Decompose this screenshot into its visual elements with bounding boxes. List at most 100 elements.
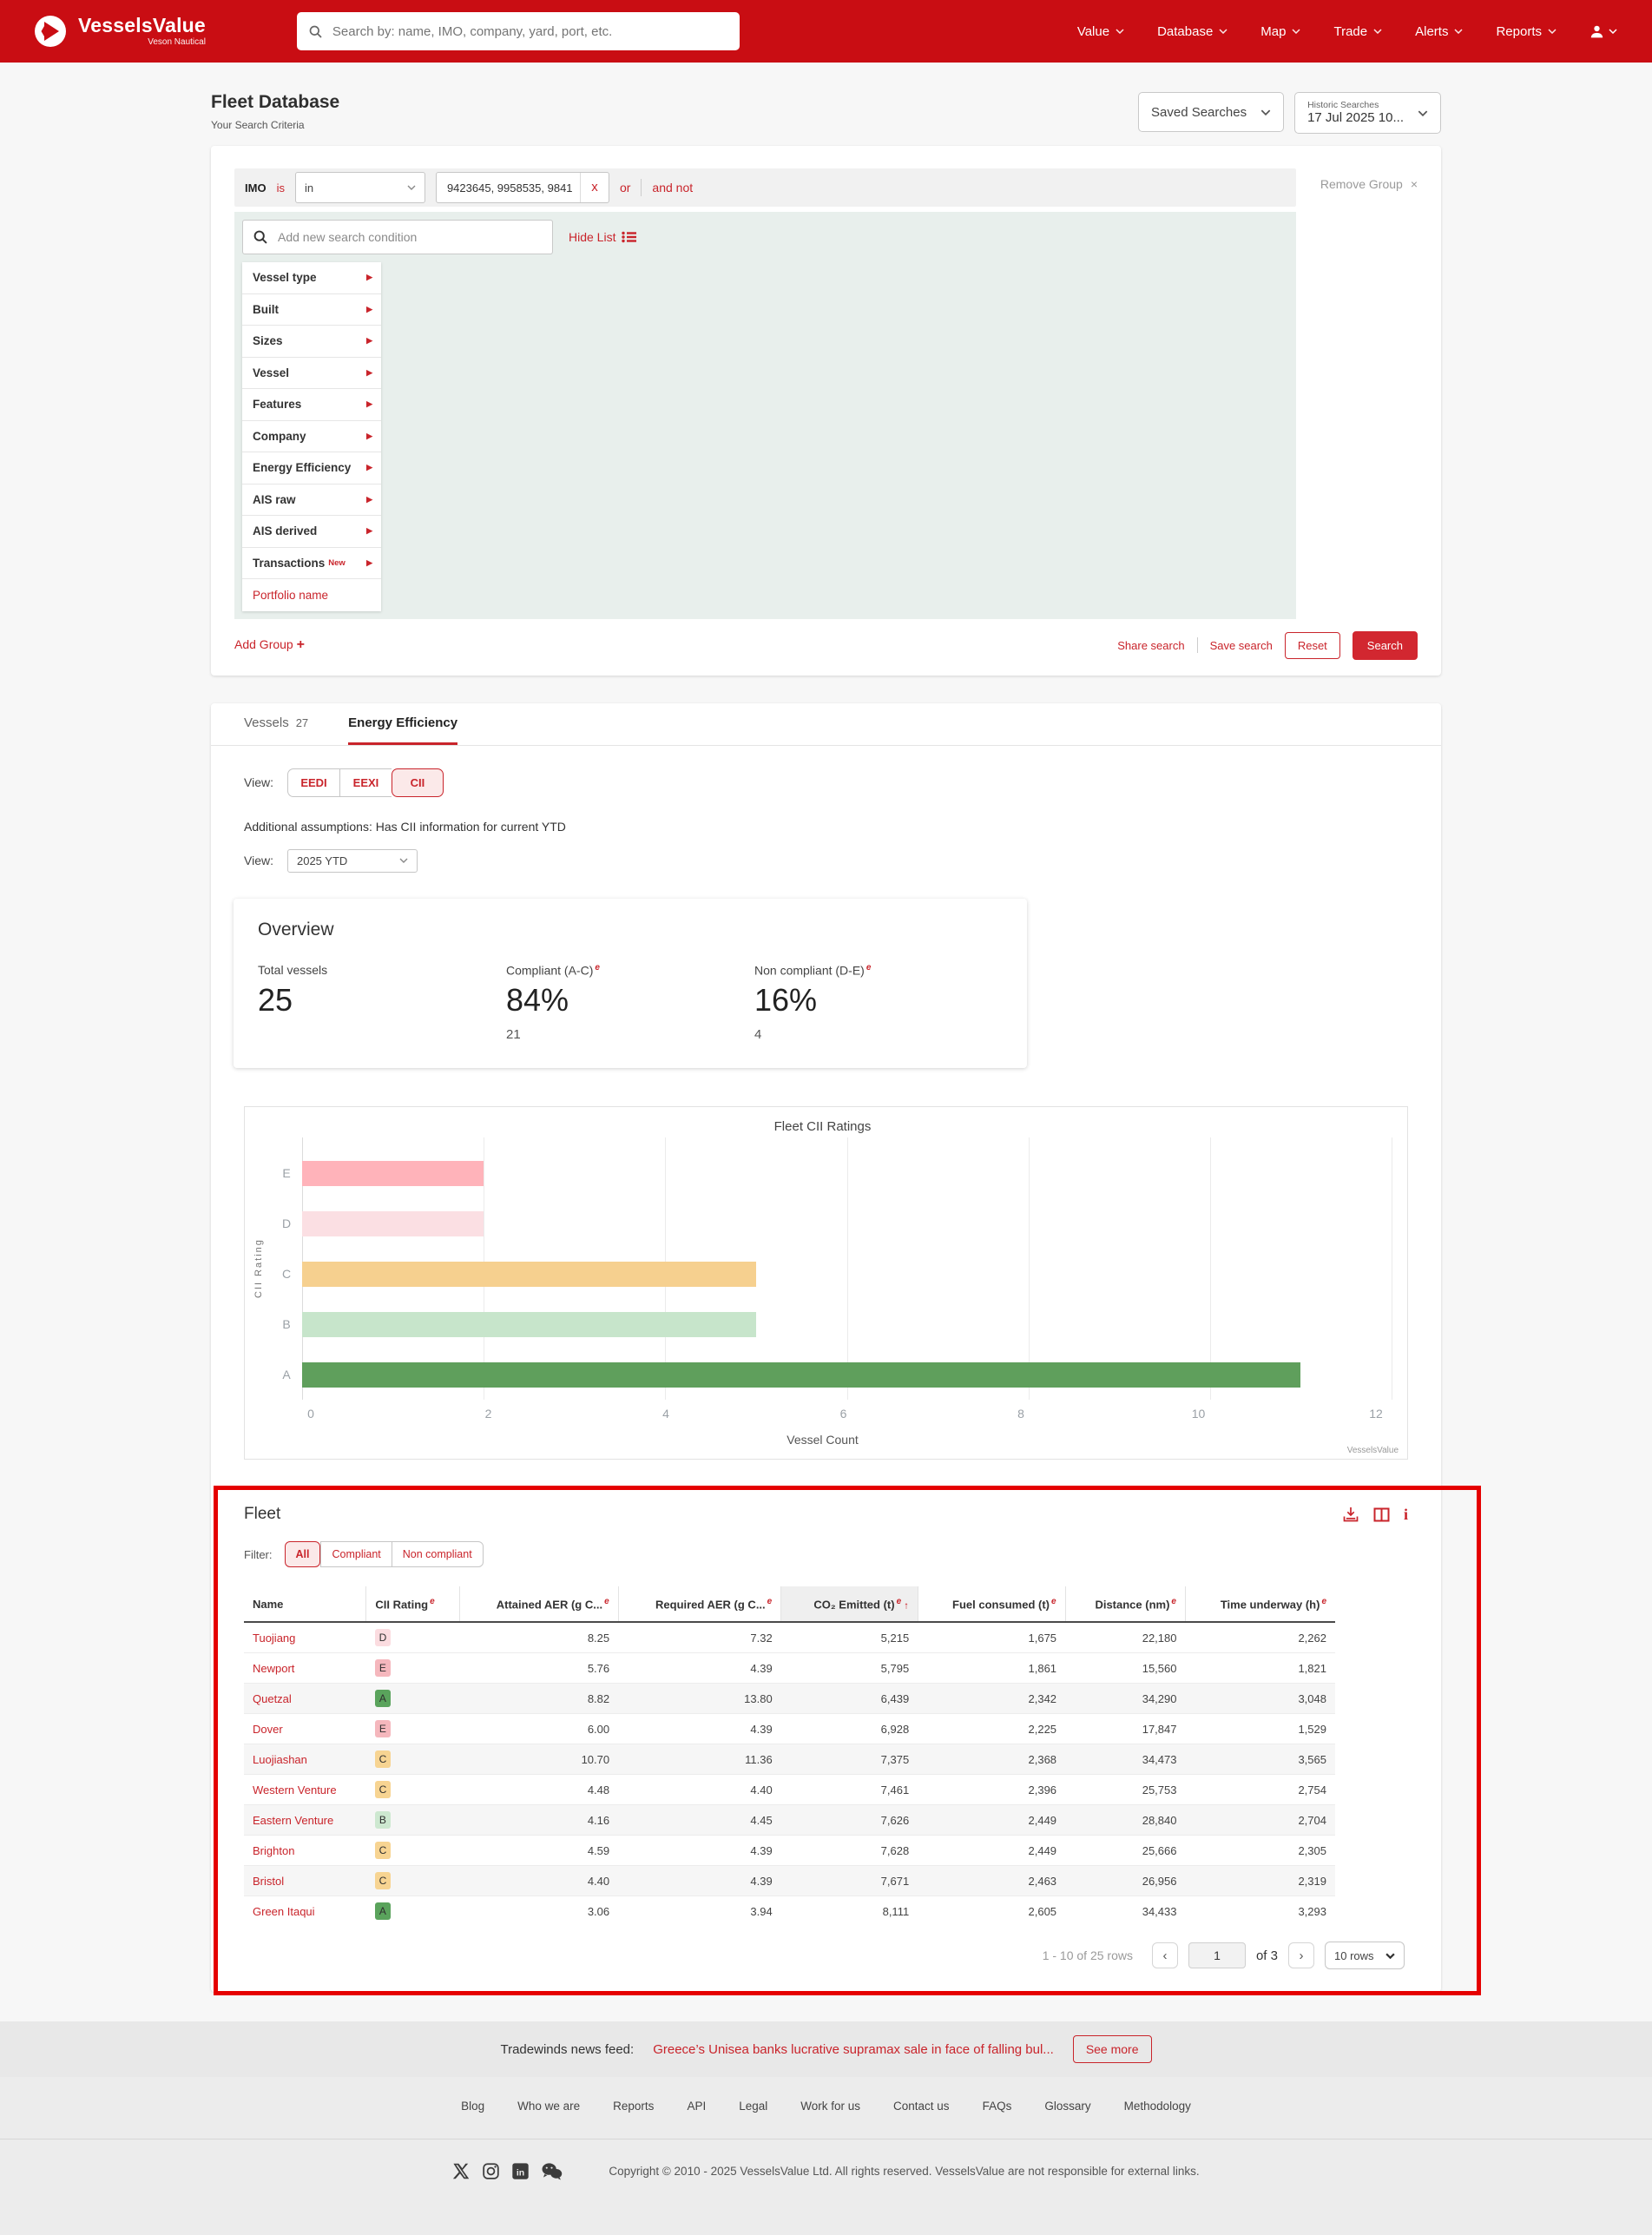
historic-searches-select[interactable]: Historic Searches 17 Jul 2025 10...	[1294, 92, 1441, 134]
rows-per-page-select[interactable]: 10 rows	[1325, 1942, 1405, 1969]
global-search-input[interactable]	[331, 23, 727, 40]
column-header-cii-rating[interactable]: CII Ratinge	[366, 1586, 460, 1622]
nav-item-database[interactable]: Database	[1157, 24, 1227, 39]
vessel-name-link[interactable]: Quetzal	[244, 1684, 366, 1714]
instagram-icon[interactable]	[482, 2162, 500, 2180]
view-option-cii[interactable]: CII	[392, 768, 444, 797]
linkedin-icon[interactable]: in	[511, 2162, 530, 2180]
view-option-eexi[interactable]: EEXI	[339, 768, 392, 797]
nav-item-trade[interactable]: Trade	[1333, 24, 1382, 39]
vessel-name-link[interactable]: Luojiashan	[244, 1744, 366, 1775]
column-header-required-aer-g-c-[interactable]: Required AER (g C...e	[618, 1586, 781, 1622]
or-link[interactable]: or	[620, 181, 630, 194]
filter-non-compliant[interactable]: Non compliant	[392, 1541, 484, 1567]
chart-bar-e[interactable]	[302, 1161, 484, 1186]
share-search-link[interactable]: Share search	[1117, 639, 1184, 652]
close-icon: ×	[1411, 177, 1418, 191]
vessel-name-link[interactable]: Eastern Venture	[244, 1805, 366, 1836]
see-more-button[interactable]: See more	[1073, 2035, 1152, 2063]
add-condition-search[interactable]	[242, 220, 553, 254]
chart-title: Fleet CII Ratings	[253, 1119, 1392, 1134]
columns-icon[interactable]	[1373, 1507, 1390, 1522]
clear-value-icon[interactable]: x	[580, 173, 609, 202]
imo-value-input[interactable]	[445, 181, 580, 195]
footer-link-who-we-are[interactable]: Who we are	[517, 2100, 580, 2113]
required-cell: 7.32	[618, 1622, 781, 1653]
nav-item-alerts[interactable]: Alerts	[1415, 24, 1463, 39]
category-item-portfolio-name[interactable]: Portfolio name	[242, 579, 381, 611]
vessel-name-link[interactable]: Newport	[244, 1653, 366, 1684]
x-icon[interactable]	[452, 2162, 471, 2180]
hide-list-button[interactable]: Hide List	[569, 230, 636, 244]
footer-link-reports[interactable]: Reports	[613, 2100, 654, 2113]
add-condition-input[interactable]	[276, 229, 542, 245]
footer-link-api[interactable]: API	[687, 2100, 706, 2113]
next-page-button[interactable]: ›	[1288, 1942, 1314, 1968]
save-search-link[interactable]: Save search	[1210, 639, 1273, 652]
chevron-down-icon	[1373, 29, 1382, 34]
list-icon	[622, 231, 636, 243]
category-item-features[interactable]: Features▶	[242, 389, 381, 421]
footer-link-work-for-us[interactable]: Work for us	[800, 2100, 860, 2113]
page-number-input[interactable]	[1188, 1942, 1246, 1968]
remove-group-button[interactable]: Remove Group ×	[1320, 168, 1418, 191]
tab-energy-efficiency[interactable]: Energy Efficiency	[348, 703, 457, 745]
vessel-name-link[interactable]: Western Venture	[244, 1775, 366, 1805]
footer-link-methodology[interactable]: Methodology	[1124, 2100, 1191, 2113]
export-download-icon[interactable]	[1342, 1506, 1359, 1523]
filter-all[interactable]: All	[285, 1541, 321, 1567]
footer-link-legal[interactable]: Legal	[739, 2100, 767, 2113]
footer-link-contact-us[interactable]: Contact us	[893, 2100, 950, 2113]
add-group-button[interactable]: Add Group +	[234, 637, 305, 653]
footer-link-faqs[interactable]: FAQs	[983, 2100, 1012, 2113]
prev-page-button[interactable]: ‹	[1152, 1942, 1178, 1968]
column-header-name[interactable]: Name	[244, 1586, 366, 1622]
wechat-icon[interactable]	[541, 2162, 563, 2180]
user-menu[interactable]	[1589, 24, 1617, 39]
category-item-vessel-type[interactable]: Vessel type▶	[242, 262, 381, 294]
vessel-name-link[interactable]: Tuojiang	[244, 1622, 366, 1653]
news-headline[interactable]: Greece’s Unisea banks lucrative supramax…	[653, 2042, 1054, 2057]
chart-bar-d[interactable]	[302, 1211, 484, 1236]
column-header-co-emitted-t-[interactable]: CO₂ Emitted (t)e ↑	[781, 1586, 918, 1622]
condition-in-select[interactable]: in	[295, 172, 425, 203]
column-header-attained-aer-g-c-[interactable]: Attained AER (g C...e	[460, 1586, 618, 1622]
category-label: Energy Efficiency	[253, 461, 351, 474]
info-icon[interactable]: i	[1404, 1506, 1408, 1522]
category-item-company[interactable]: Company▶	[242, 421, 381, 453]
vessel-name-link[interactable]: Brighton	[244, 1836, 366, 1866]
period-select[interactable]: 2025 YTD	[287, 849, 418, 873]
view-option-eedi[interactable]: EEDI	[287, 768, 339, 797]
chart-bar-a[interactable]	[302, 1362, 1300, 1388]
category-item-energy-efficiency[interactable]: Energy Efficiency▶	[242, 452, 381, 485]
global-search[interactable]	[297, 12, 740, 50]
tab-vessels[interactable]: Vessels 27	[244, 703, 308, 745]
category-item-transactions[interactable]: TransactionsNew▶	[242, 548, 381, 580]
chevron-down-icon	[1548, 29, 1557, 34]
reset-button[interactable]: Reset	[1285, 632, 1340, 659]
nav-item-value[interactable]: Value	[1077, 24, 1124, 39]
column-header-fuel-consumed-t-[interactable]: Fuel consumed (t)e	[918, 1586, 1065, 1622]
nav-item-map[interactable]: Map	[1260, 24, 1300, 39]
vessel-name-link[interactable]: Green Itaqui	[244, 1896, 366, 1927]
vessel-name-link[interactable]: Dover	[244, 1714, 366, 1744]
vesselsvalue-logo[interactable]: VesselsValue Veson Nautical	[33, 14, 206, 49]
footer-link-glossary[interactable]: Glossary	[1044, 2100, 1090, 2113]
tab-energy-label: Energy Efficiency	[348, 715, 457, 730]
saved-searches-select[interactable]: Saved Searches	[1138, 92, 1284, 132]
footer-link-blog[interactable]: Blog	[461, 2100, 484, 2113]
category-item-sizes[interactable]: Sizes▶	[242, 326, 381, 358]
column-header-time-underway-h-[interactable]: Time underway (h)e	[1185, 1586, 1335, 1622]
and-not-link[interactable]: and not	[652, 181, 693, 194]
category-item-ais-derived[interactable]: AIS derived▶	[242, 516, 381, 548]
column-header-distance-nm-[interactable]: Distance (nm)e	[1065, 1586, 1185, 1622]
chart-bar-c[interactable]	[302, 1262, 756, 1287]
filter-compliant[interactable]: Compliant	[320, 1541, 391, 1567]
category-item-built[interactable]: Built▶	[242, 294, 381, 326]
category-item-vessel[interactable]: Vessel▶	[242, 358, 381, 390]
search-button[interactable]: Search	[1353, 631, 1418, 660]
category-item-ais-raw[interactable]: AIS raw▶	[242, 485, 381, 517]
vessel-name-link[interactable]: Bristol	[244, 1866, 366, 1896]
nav-item-reports[interactable]: Reports	[1496, 24, 1557, 39]
chart-bar-b[interactable]	[302, 1312, 756, 1337]
